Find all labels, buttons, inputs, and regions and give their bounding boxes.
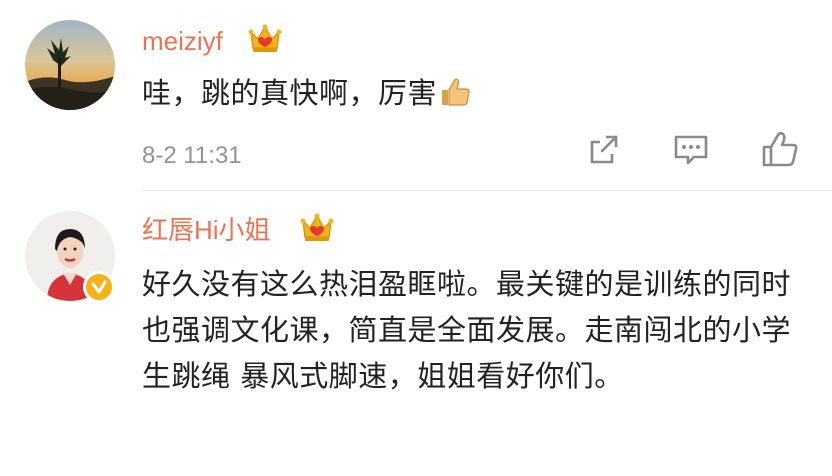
comment-icon[interactable] — [672, 132, 710, 168]
comment-text: 好久没有这么热泪盈眶啦。最关键的是训练的同时也强调文化课，简直是全面发展。走南闯… — [142, 267, 792, 393]
share-icon[interactable] — [586, 132, 622, 168]
avatar[interactable] — [25, 20, 115, 110]
like-icon[interactable] — [760, 130, 800, 168]
crown-badge-icon — [300, 213, 334, 241]
comment-item-2: 红唇Hi小姐 好久没有这么热泪盈眶啦。最关键的是训练的同时也强调文化课，简直是全… — [0, 191, 832, 476]
comment-item-1: meiziyf 哇，跳的真快啊，厉害 8-2 11:31 — [0, 0, 832, 190]
crown-badge-icon — [248, 24, 282, 52]
username[interactable]: 红唇Hi小姐 — [142, 217, 271, 243]
comment-text: 哇，跳的真快啊，厉害 — [142, 70, 802, 116]
username[interactable]: meiziyf — [142, 28, 223, 54]
verified-badge-icon — [83, 271, 115, 303]
comment-timestamp: 8-2 11:31 — [142, 142, 242, 169]
thumbs-up-emoji-icon — [442, 78, 470, 106]
